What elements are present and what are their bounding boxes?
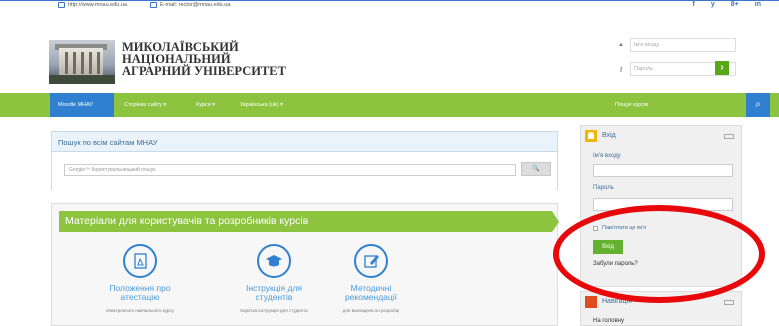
facebook-icon[interactable]: f — [693, 1, 695, 8]
login-button[interactable]: Вхід — [593, 240, 623, 254]
social-links: f y 8+ in — [693, 1, 761, 8]
bookmark-icon — [58, 2, 65, 8]
forgot-password-link[interactable]: Забули пароль? — [593, 261, 638, 267]
top-bar: http://www.mnau.edu.ua E-mail: rector@mn… — [0, 0, 779, 10]
header-login-button[interactable]: › — [715, 61, 729, 75]
email-text[interactable]: E-mail: rector@mnau.edu.ua — [160, 2, 230, 8]
navigation-block: Навігація На головну — [580, 291, 742, 326]
navigation-icon — [585, 296, 597, 308]
header-username-input[interactable]: Ім'я входу — [630, 38, 736, 52]
password-label: Пароль — [593, 185, 614, 191]
edit-icon — [354, 244, 388, 278]
site-url[interactable]: http://www.mnau.edu.ua — [68, 2, 127, 8]
nav-moodle[interactable]: Moodle МНАУ — [50, 93, 114, 117]
remember-username[interactable]: Пам'ятати це ім'я — [593, 225, 646, 231]
username-label: Ім'я входу — [593, 153, 621, 159]
password-input[interactable] — [593, 198, 733, 211]
twitter-icon[interactable]: y — [711, 1, 715, 8]
nav-language[interactable]: Українська (uk) ▾ — [240, 93, 283, 117]
nav-site-pages[interactable]: Сторінки сайту ▾ — [124, 93, 166, 117]
tile-attestation[interactable]: Положення про атестацію електронного навч… — [85, 244, 195, 313]
tile-description: Коротка інструкція для студента — [240, 308, 308, 313]
graduation-cap-icon — [257, 244, 291, 278]
main-nav: Moodle МНАУ Сторінки сайту ▾ Курси ▾ Укр… — [0, 93, 779, 117]
dock-icon[interactable] — [724, 134, 734, 139]
nav-search-courses[interactable]: Пошук курсів — [615, 93, 648, 117]
university-building-logo[interactable] — [49, 40, 115, 84]
google-plus-icon[interactable]: 8+ — [731, 1, 739, 8]
site-link[interactable]: http://www.mnau.edu.ua — [58, 2, 127, 8]
materials-title: Матеріали для користувачів та розробникі… — [59, 211, 559, 232]
site-header: МИКОЛАЇВСЬКИЙ НАЦІОНАЛЬНИЙ АГРАРНИЙ УНІВ… — [0, 28, 779, 90]
google-search-button[interactable]: 🔍 — [521, 162, 551, 176]
username-input[interactable] — [593, 164, 733, 177]
email-link[interactable]: E-mail: rector@mnau.edu.ua — [150, 2, 230, 8]
remember-label: Пам'ятати це ім'я — [602, 225, 647, 231]
dock-icon[interactable] — [724, 300, 734, 305]
lock-icon — [585, 130, 597, 142]
google-search-input[interactable]: Google™ Користувальницький пошук — [64, 164, 516, 176]
key-icon: ⚷ — [618, 66, 624, 73]
tile-label: студентів — [255, 292, 293, 302]
navigation-block-title: Навігація — [602, 298, 632, 305]
youtube-icon[interactable]: in — [755, 1, 761, 8]
login-block: Вхід Ім'я входу Пароль Пам'ятати це ім'я… — [580, 125, 742, 287]
tile-method-recommendations[interactable]: Методичні рекомендації для викладача по р… — [316, 244, 426, 313]
tile-description: для викладача по розробці — [342, 308, 400, 313]
nav-home-link[interactable]: На головну — [593, 318, 624, 324]
tile-label: рекомендації — [344, 292, 398, 302]
tile-student-instructions[interactable]: Інструкція для студентів Коротка інструкц… — [219, 244, 329, 313]
mail-icon — [150, 2, 157, 8]
nav-courses[interactable]: Курси ▾ — [196, 93, 215, 117]
login-block-title: Вхід — [602, 132, 616, 139]
tile-description: електронного навчального курсу — [106, 308, 174, 313]
search-icon[interactable]: ⌕ — [746, 93, 770, 117]
materials-panel: Матеріали для користувачів та розробникі… — [51, 203, 559, 326]
site-search-panel: Пошук по всім сайтам МНАУ Google™ Корист… — [51, 131, 558, 190]
remember-checkbox[interactable] — [593, 225, 598, 231]
user-icon: ▲ — [618, 42, 624, 48]
university-name[interactable]: МИКОЛАЇВСЬКИЙ НАЦІОНАЛЬНИЙ АГРАРНИЙ УНІВ… — [122, 41, 286, 78]
university-name-line3: АГРАРНИЙ УНІВЕРСИТЕТ — [122, 64, 286, 78]
pdf-icon — [123, 244, 157, 278]
search-panel-title: Пошук по всім сайтам МНАУ — [58, 138, 158, 147]
tile-label: атестацію — [120, 292, 160, 302]
